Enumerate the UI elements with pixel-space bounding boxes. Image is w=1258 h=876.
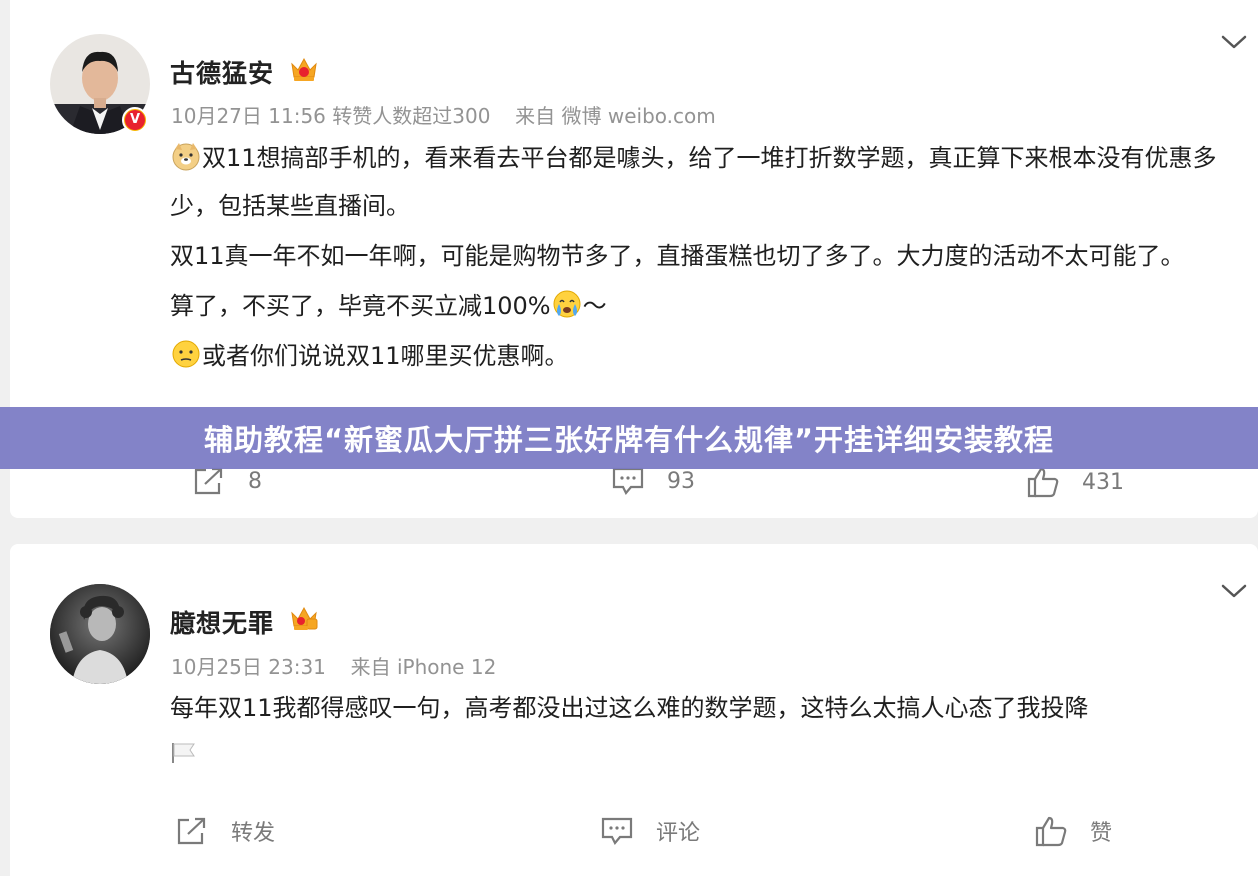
repost-button[interactable]: 转发: [175, 815, 275, 847]
like-button[interactable]: 赞: [1034, 815, 1112, 847]
chevron-down-icon[interactable]: [1220, 582, 1248, 600]
repost-label: 转发: [231, 821, 276, 846]
author-name[interactable]: 古德猛安: [170, 54, 274, 90]
post-date[interactable]: 10月25日 23:31: [171, 655, 326, 679]
comment-count: 93: [667, 468, 695, 494]
crown-icon: [291, 606, 318, 630]
avatar[interactable]: [50, 584, 150, 684]
post-card-2: 臆想无罪 10月25日 23:31 来自 iPhone 12 每年双11我都得感…: [10, 544, 1258, 876]
crying-emoji-icon: [553, 290, 581, 318]
repost-count: 8: [248, 468, 262, 494]
post-meta: 10月27日 11:56 转赞人数超过300 来自 微博 weibo.com: [171, 100, 716, 129]
comment-button[interactable]: 93: [611, 466, 695, 496]
post-source: 来自 微博 weibo.com: [515, 104, 716, 128]
like-label: 赞: [1090, 821, 1113, 846]
post-source: 来自 iPhone 12: [350, 655, 497, 679]
thumbs-up-icon: [1027, 467, 1059, 498]
thinking-emoji-icon: [172, 340, 200, 368]
repost-button[interactable]: 8: [192, 466, 262, 496]
like-count: 431: [1082, 469, 1124, 495]
repost-icon: [177, 817, 206, 845]
post-paragraph: [170, 732, 1240, 780]
post-paragraph: 或者你们说说双11哪里买优惠啊。: [170, 332, 1240, 380]
comment-icon: [601, 817, 633, 845]
thumbs-up-icon: [1035, 816, 1067, 847]
post-paragraph: 算了，不买了，毕竟不买立减100% ～: [170, 282, 1240, 330]
verified-badge-icon: V: [122, 107, 148, 133]
post-meta: 10月25日 23:31 来自 iPhone 12: [171, 651, 496, 680]
white-flag-icon: [172, 743, 195, 763]
post-paragraph: 双11真一年不如一年啊，可能是购物节多了，直播蛋糕也切了多了。大力度的活动不太可…: [170, 242, 1185, 270]
overlay-banner: 辅助教程“新蜜瓜大厅拼三张好牌有什么规律”开挂详细安装教程: [0, 407, 1258, 469]
repost-icon: [194, 467, 223, 495]
doge-emoji-icon: [172, 143, 200, 171]
crown-icon: [291, 57, 317, 81]
post-date[interactable]: 10月27日 11:56: [171, 104, 326, 128]
author-name[interactable]: 臆想无罪: [170, 604, 274, 640]
comment-icon: [612, 467, 644, 495]
post-paragraph: 每年双11我都得感叹一句，高考都没出过这么难的数学题，这特么太搞人心态了我投降: [170, 694, 1089, 722]
post-content: 双11想搞部手机的，看来看去平台都是噱头，给了一堆打折数学题，真正算下来根本没有…: [170, 134, 1240, 380]
post-paragraph: 双11想搞部手机的，看来看去平台都是噱头，给了一堆打折数学题，真正算下来根本没有…: [170, 134, 1240, 230]
comment-button[interactable]: 评论: [600, 815, 700, 847]
banner-text: 辅助教程“新蜜瓜大厅拼三张好牌有什么规律”开挂详细安装教程: [203, 423, 1055, 457]
comment-label: 评论: [656, 821, 701, 846]
post-content: 每年双11我都得感叹一句，高考都没出过这么难的数学题，这特么太搞人心态了我投降: [170, 684, 1240, 780]
like-button[interactable]: 431: [1026, 466, 1124, 498]
chevron-down-icon[interactable]: [1220, 33, 1248, 51]
repost-note: 转赞人数超过300: [332, 104, 491, 128]
